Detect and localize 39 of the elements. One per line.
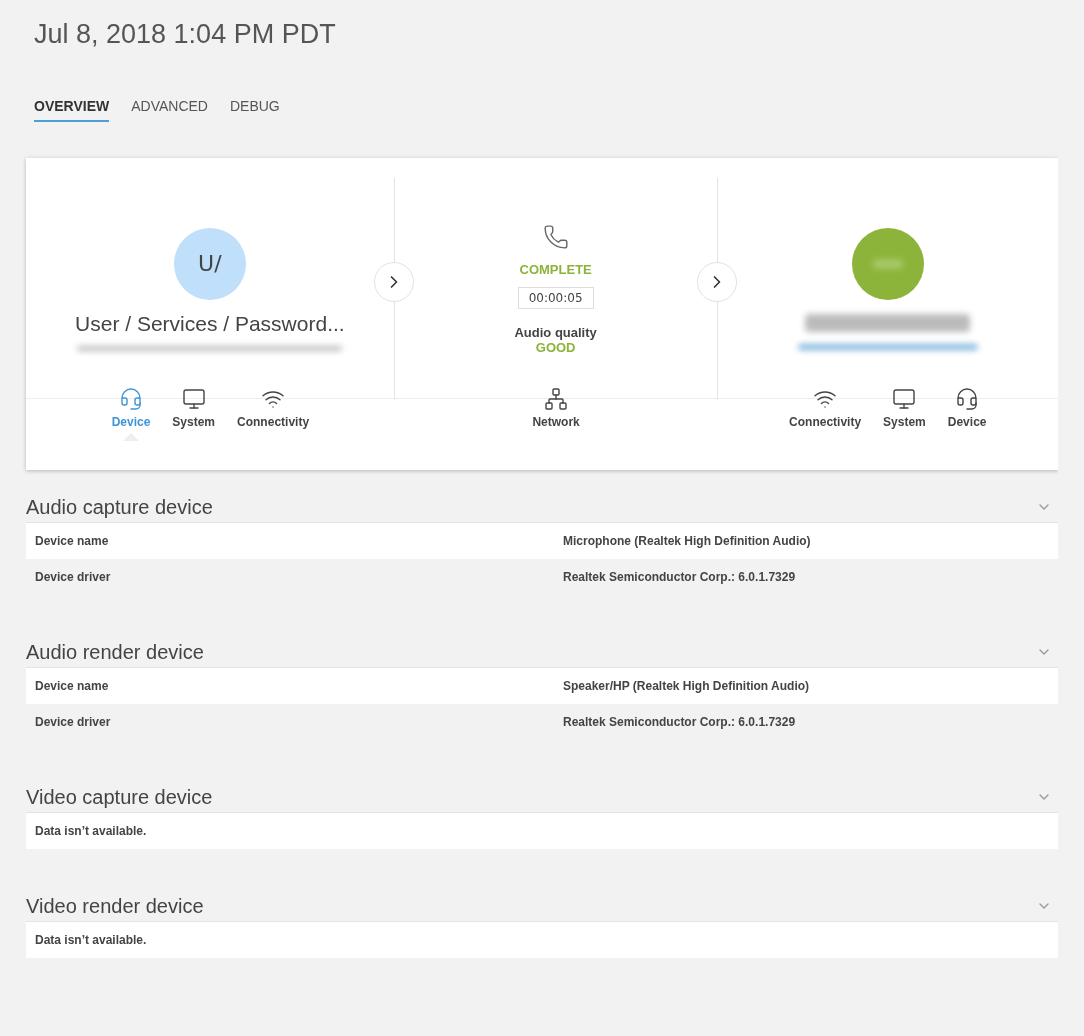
property-label: Device name bbox=[35, 679, 110, 693]
property-label: Device driver bbox=[35, 570, 112, 584]
tab[interactable]: OVERVIEW bbox=[34, 98, 110, 122]
node-tab[interactable]: Device bbox=[943, 387, 991, 441]
node-tab[interactable]: Network bbox=[528, 387, 584, 441]
property-value: Microphone (Realtek High Definition Audio) bbox=[563, 534, 811, 548]
monitor-icon bbox=[892, 387, 917, 411]
node-tab[interactable]: System bbox=[168, 387, 220, 441]
caller-name: User / Services / Password... bbox=[75, 311, 345, 336]
blurred-initials-drawing bbox=[872, 259, 903, 269]
tab[interactable]: ADVANCED bbox=[131, 98, 208, 122]
headset-icon bbox=[955, 387, 980, 411]
network-icon bbox=[544, 387, 569, 411]
property-value: Realtek Semiconductor Corp.: 6.0.1.7329 bbox=[563, 715, 796, 729]
property-value: Realtek Semiconductor Corp.: 6.0.1.7329 bbox=[563, 570, 796, 584]
headset-icon bbox=[119, 387, 143, 411]
property-label: Device name bbox=[35, 534, 110, 548]
audio-quality-value: GOOD bbox=[535, 339, 576, 355]
section-title: Video capture device bbox=[26, 785, 213, 809]
tab[interactable]: DEBUG bbox=[229, 98, 280, 122]
phone-icon bbox=[542, 223, 569, 250]
call-duration: 00:00:05 bbox=[517, 286, 594, 309]
property-value: Speaker/HP (Realtek High Definition Audio) bbox=[563, 679, 810, 693]
page-title: Jul 8, 2018 1:04 PM PDT bbox=[34, 18, 337, 51]
section-title: Audio capture device bbox=[26, 495, 213, 519]
property-label: Device driver bbox=[35, 715, 112, 729]
node-tab[interactable]: Connectivity bbox=[233, 387, 314, 441]
section-title: Audio render device bbox=[26, 640, 204, 664]
next-button[interactable] bbox=[373, 262, 414, 302]
call-status: COMPLETE bbox=[519, 261, 592, 277]
avatar: U/ bbox=[173, 227, 246, 300]
node-tab[interactable]: Connectivity bbox=[785, 387, 866, 441]
node-tab[interactable]: System bbox=[879, 387, 930, 441]
monitor-icon bbox=[181, 387, 206, 411]
empty-message: Data isn’t available. bbox=[35, 824, 147, 838]
audio-quality-label: Audio quality bbox=[514, 324, 597, 340]
empty-message: Data isn’t available. bbox=[35, 933, 147, 947]
section-title: Video render device bbox=[26, 894, 204, 918]
next-button[interactable] bbox=[696, 262, 737, 302]
